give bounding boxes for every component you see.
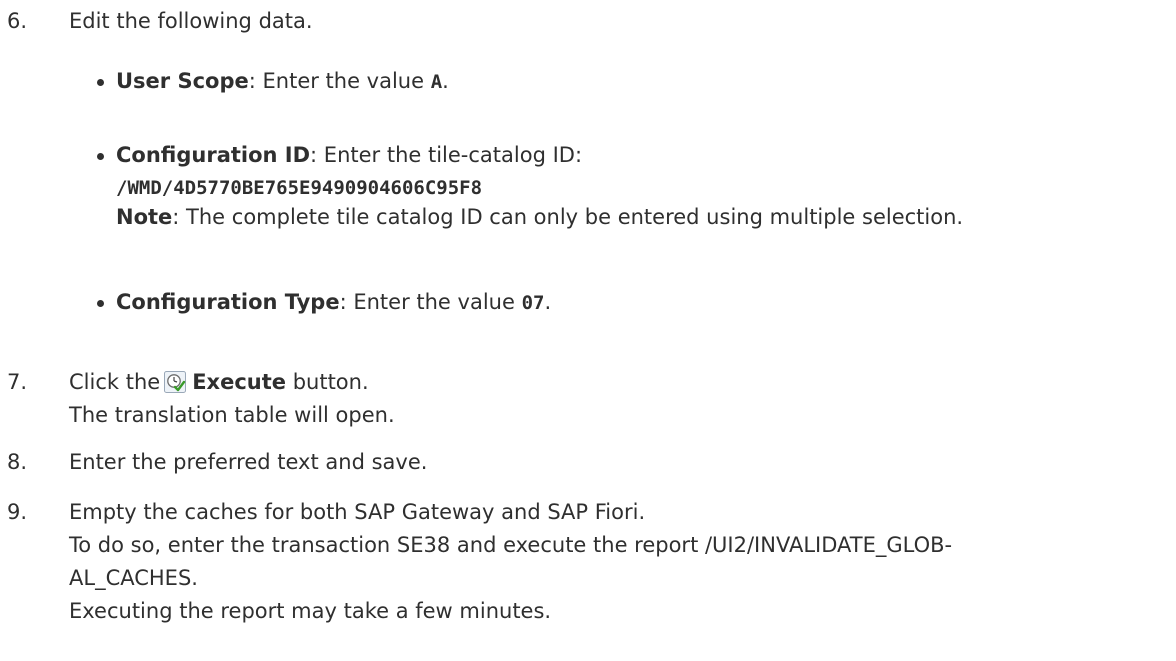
step-number: 9. (7, 500, 28, 524)
step-text: Empty the caches for both SAP Gateway an… (69, 500, 646, 524)
step-text: To do so, enter the transaction SE38 and… (69, 533, 953, 557)
step-number: 7. (7, 370, 28, 394)
step-text: Edit the following data. (69, 9, 313, 33)
execute-button-label: Execute (192, 370, 287, 394)
field-value: A (430, 71, 443, 93)
bullet-dot (97, 153, 104, 160)
step-text: Executing the report may take a few minu… (69, 599, 552, 623)
field-label: User Scope (116, 69, 249, 93)
field-instruction: : Enter the value (248, 69, 431, 93)
step-text: AL_CACHES. (69, 566, 198, 590)
field-instruction: : Enter the tile-catalog ID: (310, 143, 583, 167)
bullet-dot (97, 300, 104, 307)
step-result: The translation table will open. (69, 403, 395, 427)
note-text: : The complete tile catalog ID can only … (172, 205, 964, 229)
execute-clock-check-icon (164, 371, 187, 393)
bullet-dot (97, 79, 104, 86)
note-label: Note (116, 205, 173, 229)
field-label: Configuration Type (116, 290, 340, 314)
step-number: 6. (7, 9, 28, 33)
tile-catalog-id: /WMD/4D5770BE765E9490904606C95F8 (116, 177, 483, 199)
field-label: Configuration ID (116, 143, 311, 167)
step-number: 8. (7, 450, 28, 474)
field-instruction: : Enter the value (339, 290, 522, 314)
field-value: 07 (521, 292, 545, 314)
step-text: Enter the preferred text and save. (69, 450, 428, 474)
